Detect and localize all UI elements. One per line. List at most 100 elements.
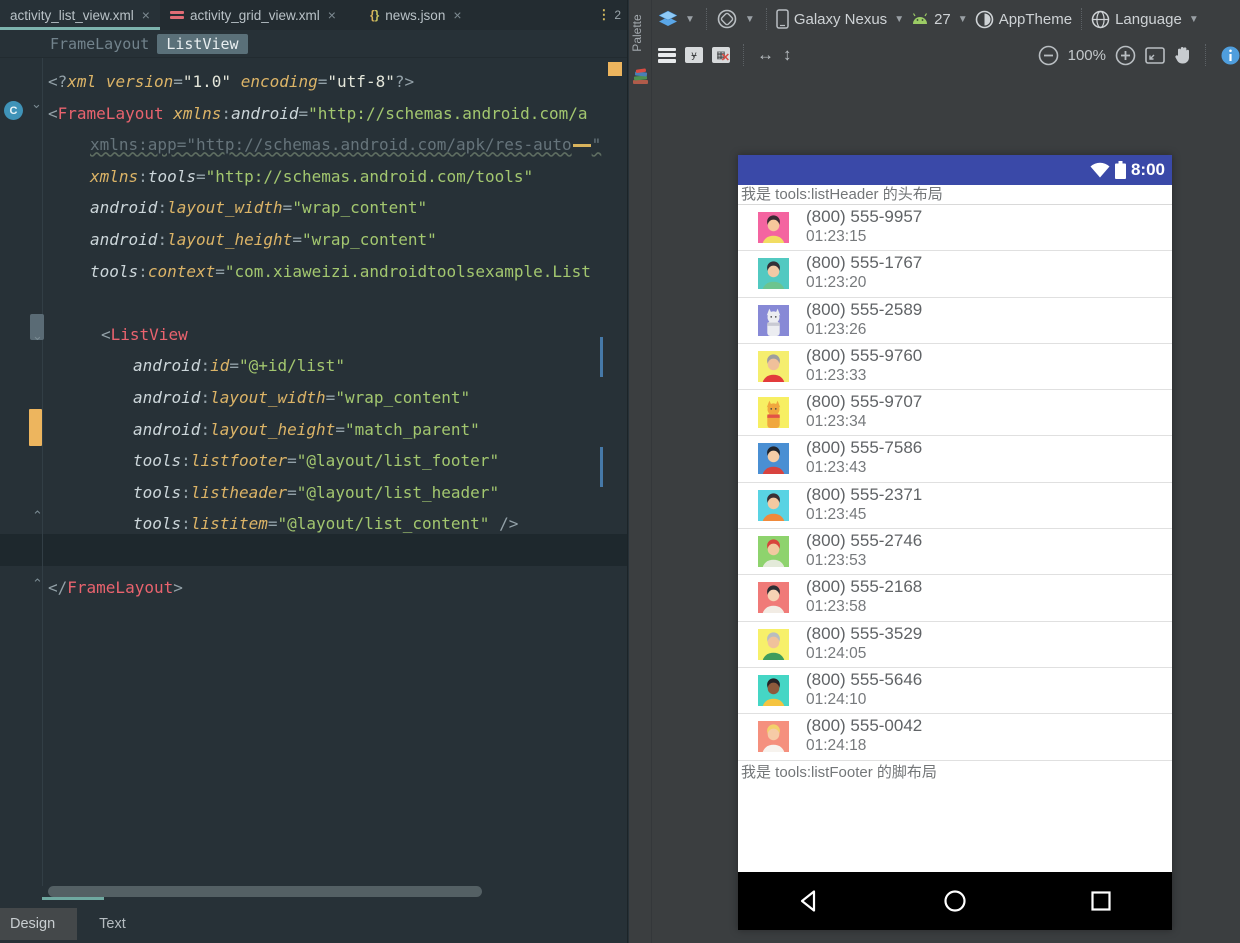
layout-preview-pane: Palette ▼ ▼ Galaxy Nexus ▼ 27 ▼ AppTheme… [629, 0, 1240, 943]
code-line[interactable]: tools:listheader="@layout/list_header" [48, 477, 627, 509]
code-line[interactable]: tools:context="com.xiaweizi.androidtools… [48, 256, 627, 288]
bookmark-orange-icon[interactable] [29, 409, 42, 446]
code-editor[interactable]: <?xml version="1.0" encoding="utf-8"?> <F… [0, 58, 627, 886]
code-line[interactable]: android:layout_width="wrap_content" [48, 192, 627, 224]
code-line[interactable]: </FrameLayout> [48, 572, 627, 604]
code-line[interactable]: android:id="@+id/list" [48, 350, 627, 382]
contact-phone-number: (800) 555-3529 [806, 623, 923, 643]
breadcrumb-framelayout[interactable]: FrameLayout [50, 35, 149, 53]
breadcrumb: FrameLayout ListView [0, 30, 627, 58]
hidden-tabs-button[interactable]: ⋮ 2 [597, 0, 627, 30]
divider [765, 8, 767, 30]
chevron-down-icon[interactable]: ▼ [745, 14, 755, 25]
contact-phone-number: (800) 555-0042 [806, 716, 923, 736]
zoom-to-fit-icon[interactable] [1145, 46, 1165, 64]
contact-phone-number: (800) 555-2168 [806, 577, 923, 597]
phone-icon [776, 9, 789, 29]
android-studio-window: activity_list_view.xml × activity_grid_v… [0, 0, 1240, 943]
list-footer[interactable]: 我是 tools:listFooter 的脚布局 [738, 761, 1172, 787]
list-item[interactable]: (800) 555-2746 01:23:53 [738, 529, 1172, 578]
pan-hand-icon[interactable] [1174, 45, 1192, 65]
divider [1205, 44, 1206, 66]
chevron-down-icon: ▼ [957, 13, 968, 25]
back-button-icon[interactable] [796, 888, 822, 914]
kebab-menu-icon: ⋮ [597, 7, 611, 22]
close-icon[interactable]: × [453, 7, 461, 23]
theme-name: AppTheme [998, 10, 1073, 28]
code-line[interactable]: xmlns:app="http://schemas.android.com/ap… [48, 129, 627, 161]
fold-end-icon[interactable]: ⌃ [32, 508, 43, 524]
tab-news-json[interactable]: {} news.json × [360, 0, 472, 30]
list-item[interactable]: (800) 555-9760 01:23:33 [738, 344, 1172, 393]
device-selector[interactable]: Galaxy Nexus ▼ [776, 9, 906, 29]
warning-stripe-mark[interactable] [608, 62, 622, 76]
code-line[interactable]: <FrameLayout xmlns:android="http://schem… [48, 98, 627, 130]
tab-activity-grid-view[interactable]: activity_grid_view.xml × [160, 0, 346, 30]
contact-phone-number: (800) 555-7586 [806, 438, 923, 458]
zoom-level: 100% [1067, 46, 1106, 64]
contact-avatar [758, 258, 789, 300]
code-line[interactable] [48, 287, 627, 319]
close-icon[interactable]: × [328, 7, 336, 23]
code-line[interactable]: android:layout_height="wrap_content" [48, 224, 627, 256]
gutter-divider [42, 58, 43, 886]
api-level-selector[interactable]: 27 ▼ [911, 11, 970, 28]
code-line[interactable] [48, 540, 627, 572]
list-item[interactable]: (800) 555-9707 01:23:34 [738, 390, 1172, 437]
zoom-out-button[interactable] [1038, 45, 1059, 66]
fold-arrow-icon[interactable]: ⌄ [31, 96, 42, 112]
locale-selector[interactable]: Language ▼ [1091, 10, 1201, 29]
zoom-in-button[interactable] [1115, 45, 1136, 66]
contact-call-time: 01:23:43 [806, 459, 867, 477]
list-item[interactable]: (800) 555-0042 01:24:18 [738, 714, 1172, 763]
code-line[interactable]: android:layout_height="match_parent" [48, 414, 627, 446]
code-line[interactable]: xmlns:tools="http://schemas.android.com/… [48, 161, 627, 193]
expand-vertical-icon[interactable]: ↕ [783, 45, 792, 65]
recents-button-icon[interactable] [1088, 888, 1114, 914]
render-errors-icon[interactable]: ▦ ✕ [712, 47, 730, 64]
list-item[interactable]: (800) 555-3529 01:24:05 [738, 622, 1172, 671]
device-screen-preview[interactable]: 8:00 我是 tools:listHeader 的头布局 (800) 555-… [738, 155, 1172, 930]
fold-arrow-icon[interactable]: ⌄ [32, 328, 43, 344]
list-item[interactable]: (800) 555-9957 01:23:15 [738, 205, 1172, 254]
expand-horizontal-icon[interactable]: ↔ [757, 45, 774, 65]
view-options-icon[interactable] [658, 47, 676, 63]
code-line[interactable]: <ListView [48, 319, 627, 351]
layers-icon[interactable] [658, 10, 678, 28]
variants-icon[interactable]: y [685, 47, 703, 63]
theme-contrast-icon [975, 10, 993, 28]
theme-selector[interactable]: AppTheme [975, 10, 1072, 29]
list-item[interactable]: (800) 555-1767 01:23:20 [738, 251, 1172, 300]
contact-avatar [758, 674, 789, 717]
list-item[interactable]: (800) 555-7586 01:23:43 [738, 436, 1172, 485]
list-item[interactable]: (800) 555-5646 01:24:10 [738, 668, 1172, 717]
list-item[interactable]: (800) 555-2589 01:23:26 [738, 298, 1172, 344]
device-name: Galaxy Nexus [793, 10, 888, 28]
tab-design[interactable]: Design [0, 908, 78, 940]
code-line[interactable]: android:layout_width="wrap_content" [48, 382, 627, 414]
contact-call-time: 01:23:15 [806, 228, 867, 245]
code-line[interactable]: tools:listfooter="@layout/list_footer" [48, 445, 627, 477]
editor-pane: activity_list_view.xml × activity_grid_v… [0, 0, 628, 943]
chevron-down-icon[interactable]: ▼ [685, 14, 695, 25]
code-line[interactable]: <?xml version="1.0" encoding="utf-8"?> [48, 66, 627, 98]
breadcrumb-listview[interactable]: ListView [157, 33, 248, 54]
info-icon[interactable] [1221, 46, 1240, 65]
contact-avatar [758, 536, 789, 578]
list-item[interactable]: (800) 555-2168 01:23:58 [738, 575, 1172, 624]
fold-end-icon[interactable]: ⌃ [32, 576, 43, 592]
tab-activity-list-view[interactable]: activity_list_view.xml × [0, 0, 160, 30]
preview-config-toolbar: ▼ ▼ Galaxy Nexus ▼ 27 ▼ AppTheme Languag… [652, 0, 1240, 38]
class-gutter-icon[interactable]: C [4, 101, 23, 120]
tab-text[interactable]: Text [77, 908, 148, 940]
horizontal-scrollbar[interactable] [48, 886, 482, 897]
orientation-icon[interactable] [716, 8, 738, 30]
home-button-icon[interactable] [942, 888, 968, 914]
contact-phone-number: (800) 555-2371 [806, 484, 923, 504]
list-item[interactable]: (800) 555-2371 01:23:45 [738, 483, 1172, 532]
palette-tool-button[interactable]: Palette [630, 0, 644, 68]
close-icon[interactable]: × [142, 7, 150, 23]
list-header[interactable]: 我是 tools:listHeader 的头布局 [738, 185, 1172, 205]
contact-phone-number: (800) 555-9760 [806, 345, 923, 365]
code-line[interactable]: tools:listitem="@layout/list_content" /> [48, 508, 627, 540]
